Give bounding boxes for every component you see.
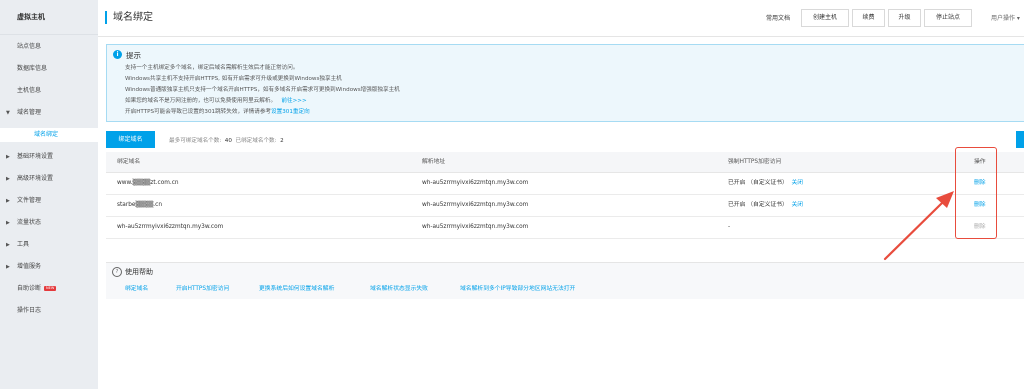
sidebar-item-value-added[interactable]: ▶ 增值服务	[0, 260, 98, 274]
https-status: 已开启 （自定义证书）	[728, 180, 788, 186]
sidebar-item-label: 工具	[17, 241, 30, 248]
bound-domains-value: 2	[280, 138, 284, 144]
https-status: -	[728, 224, 731, 230]
sidebar-item-database-info[interactable]: 数据库信息	[0, 62, 98, 76]
sidebar-item-advanced-env[interactable]: ▶ 高级环境设置	[0, 172, 98, 186]
sidebar-item-label: 流量状态	[17, 219, 42, 226]
sidebar-item-label: 增值服务	[17, 263, 42, 270]
caret-right-icon: ▶	[6, 176, 10, 182]
sidebar-item-operation-log[interactable]: 操作日志	[0, 304, 98, 318]
domain-cell: wh-au5zrrmyivxi6zzmtqn.my3w.com	[117, 224, 224, 230]
table-row: www.▒▒▒▒zt.com.cn wh-au5zrrmyivxi6zzmtqn…	[106, 173, 1024, 195]
sidebar-item-label: 数据库信息	[17, 65, 48, 72]
sidebar-item-basic-env[interactable]: ▶ 基础环境设置	[0, 150, 98, 164]
renew-button[interactable]: 续费	[852, 9, 885, 27]
resolve-cell: wh-au5zrrmyivxi6zzmtqn.my3w.com	[422, 180, 529, 186]
sidebar-item-file-management[interactable]: ▶ 文件管理	[0, 194, 98, 208]
go-resolve-link[interactable]: 前往>>>	[281, 98, 306, 104]
tip-line: Windows共享主机不支持开启HTTPS, 如有开启需求可升级或更换到Wind…	[125, 76, 342, 82]
tip-line: Windows普通版独享主机只支持一个域名开启HTTPS，如有多域名开启需求可更…	[125, 87, 400, 93]
https-cell: 已开启 （自定义证书） 关闭	[728, 195, 803, 216]
help-title: 使用帮助	[125, 268, 153, 276]
help-link-bind-domain[interactable]: 绑定域名	[125, 283, 148, 292]
max-domains-label: 最多可绑定域名个数:	[169, 138, 222, 144]
resolve-cell: wh-au5zrrmyivxi6zzmtqn.my3w.com	[422, 202, 529, 208]
tip-line-text: 开启HTTPS可能会导致已设置的301跳转失效，详情请参考	[125, 109, 272, 115]
user-operations-menu[interactable]: 用户操作 ▾	[991, 13, 1020, 22]
sidebar-item-label: 操作日志	[17, 307, 42, 314]
help-link-multi-ip-issue[interactable]: 域名解析到多个IP导致部分地区网站无法打开	[460, 283, 575, 292]
column-header-domain: 绑定域名	[117, 159, 141, 165]
sidebar-item-self-diagnosis[interactable]: 自助诊断 NEW	[0, 282, 98, 296]
help-link-dns-after-os-change[interactable]: 更换系统后如何设置域名解析	[259, 283, 334, 292]
help-section: ? 使用帮助 绑定域名 开启HTTPS加密访问 更换系统后如何设置域名解析 域名…	[106, 262, 1024, 299]
https-cell: 已开启 （自定义证书） 关闭	[728, 173, 803, 194]
sidebar-item-site-info[interactable]: 站点信息	[0, 40, 98, 54]
sidebar-item-label: 域名管理	[17, 109, 42, 116]
annotation-highlight-box	[955, 147, 997, 239]
sidebar: 虚拟主机 站点信息 数据库信息 主机信息 ▼ 域名管理 域名绑定 ▶ 基础环境设置 …	[0, 0, 98, 389]
sidebar-item-label: 站点信息	[17, 43, 42, 50]
domain-count-info: 最多可绑定域名个数: 40 已绑定域名个数: 2	[169, 136, 284, 144]
caret-right-icon: ▶	[6, 198, 10, 204]
column-header-resolve: 解析地址	[422, 159, 446, 165]
caret-right-icon: ▶	[6, 242, 10, 248]
help-link-enable-https[interactable]: 开启HTTPS加密访问	[176, 283, 229, 292]
caret-right-icon: ▶	[6, 154, 10, 160]
help-link-dns-status-failed[interactable]: 域名解析状态显示失败	[370, 283, 428, 292]
domain-cell: starbe▒▒▒▒.cn	[117, 202, 163, 208]
tip-line: 开启HTTPS可能会导致已设置的301跳转失效，详情请参考设置301重定向	[125, 107, 310, 115]
tab-bind-domain[interactable]: 绑定域名	[106, 131, 155, 148]
page-title: 域名绑定	[105, 11, 153, 24]
upgrade-button[interactable]: 升级	[888, 9, 921, 27]
caret-right-icon: ▶	[6, 220, 10, 226]
resolve-cell: wh-au5zrrmyivxi6zzmtqn.my3w.com	[422, 224, 529, 230]
caret-down-icon: ▼	[6, 110, 10, 116]
sidebar-item-label: 文件管理	[17, 197, 42, 204]
table-row: starbe▒▒▒▒.cn wh-au5zrrmyivxi6zzmtqn.my3…	[106, 195, 1024, 217]
tip-panel: i 提示 支持一个主机绑定多个域名，绑定后域名需解析生效后才能正常访问。 Win…	[106, 44, 1024, 122]
table-header: 绑定域名 解析地址 强制HTTPS加密访问 操作	[106, 152, 1024, 173]
https-status: 已开启 （自定义证书）	[728, 202, 788, 208]
sidebar-item-tools[interactable]: ▶ 工具	[0, 238, 98, 252]
domain-cell: www.▒▒▒▒zt.com.cn	[117, 180, 179, 186]
tip-title: 提示	[126, 51, 141, 60]
redirect-301-link[interactable]: 设置301重定向	[271, 109, 310, 115]
tip-line-text: 如果您的域名不是万网注册的，也可以免费使用阿里云解析。	[125, 98, 277, 104]
sidebar-item-label: 自助诊断	[17, 285, 42, 292]
sidebar-item-label: 主机信息	[17, 87, 42, 94]
tip-line: 支持一个主机绑定多个域名，绑定后域名需解析生效后才能正常访问。	[125, 65, 299, 71]
sidebar-item-domain-binding[interactable]: 域名绑定	[0, 128, 98, 142]
sidebar-item-domain-management[interactable]: ▼ 域名管理	[0, 106, 98, 120]
sidebar-item-traffic-status[interactable]: ▶ 流量状态	[0, 216, 98, 230]
new-badge: NEW	[44, 286, 57, 291]
create-host-button[interactable]: 创建主机	[801, 9, 849, 27]
table-row: wh-au5zrrmyivxi6zzmtqn.my3w.com wh-au5zr…	[106, 217, 1024, 239]
sidebar-item-host-info[interactable]: 主机信息	[0, 84, 98, 98]
info-icon: i	[113, 50, 122, 59]
common-docs-link[interactable]: 常用文档	[766, 13, 790, 22]
add-domain-button[interactable]	[1016, 131, 1024, 148]
caret-right-icon: ▶	[6, 264, 10, 270]
close-https-link[interactable]: 关闭	[792, 202, 804, 208]
page-header: 域名绑定 常用文档 创建主机 续费 升级 停止站点 用户操作 ▾	[98, 0, 1024, 37]
tip-line: 如果您的域名不是万网注册的，也可以免费使用阿里云解析。 前往>>>	[125, 96, 307, 104]
bound-domains-label: 已绑定域名个数:	[235, 138, 277, 144]
sidebar-item-label: 基础环境设置	[17, 153, 54, 160]
sidebar-item-label: 高级环境设置	[17, 175, 54, 182]
sidebar-item-label: 域名绑定	[34, 131, 59, 138]
sidebar-title: 虚拟主机	[0, 0, 98, 35]
tab-row: 绑定域名 最多可绑定域名个数: 40 已绑定域名个数: 2	[106, 131, 1024, 148]
stop-site-button[interactable]: 停止站点	[924, 9, 972, 27]
close-https-link[interactable]: 关闭	[792, 180, 804, 186]
help-icon: ?	[112, 267, 122, 277]
max-domains-value: 40	[224, 138, 232, 144]
column-header-https: 强制HTTPS加密访问	[728, 159, 782, 165]
